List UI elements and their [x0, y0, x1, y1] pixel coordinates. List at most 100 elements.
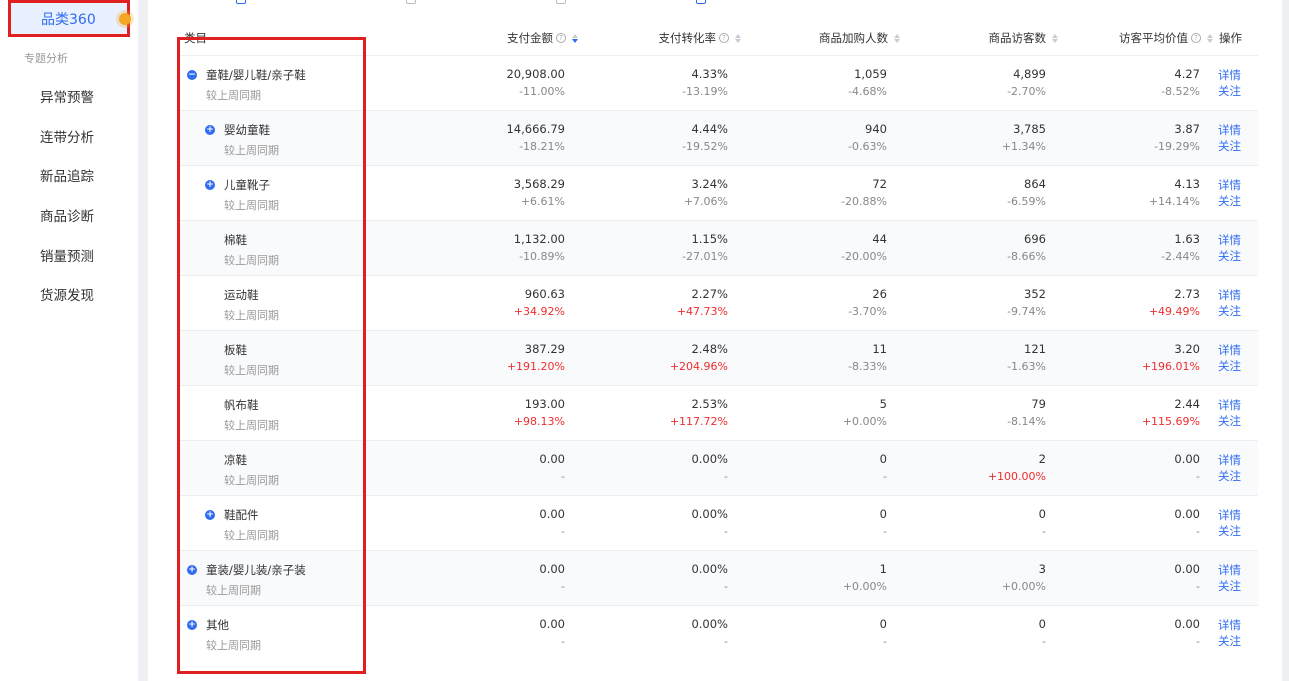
filter-checkbox[interactable] [696, 0, 706, 4]
vis-cell: 79 -8.14% [1007, 397, 1046, 428]
metric-value: 79 [1031, 397, 1046, 411]
metric-value: 0 [879, 617, 887, 631]
metric-value: 0.00% [691, 452, 728, 466]
expand-icon[interactable]: + [187, 620, 197, 630]
row-actions: 详情 关注 [1218, 562, 1241, 594]
metric-change: -8.14% [1007, 415, 1046, 428]
metric-value: 3,568.29 [513, 177, 565, 191]
follow-link[interactable]: 关注 [1218, 413, 1241, 429]
row-actions: 详情 关注 [1218, 397, 1241, 429]
help-icon: ? [719, 33, 729, 43]
val-cell: 4.27 -8.52% [1161, 67, 1200, 98]
val-cell: 0.00 - [1174, 562, 1200, 593]
sidebar-item-association[interactable]: 连带分析 [40, 126, 94, 146]
follow-link[interactable]: 关注 [1218, 83, 1241, 99]
col-cart-users[interactable]: 商品加购人数 [790, 30, 900, 46]
metric-value: 1.63 [1174, 232, 1200, 246]
expand-icon[interactable]: + [187, 565, 197, 575]
metric-value: 2.27% [691, 287, 728, 301]
detail-link[interactable]: 详情 [1218, 122, 1241, 138]
follow-link[interactable]: 关注 [1218, 468, 1241, 484]
metric-value: 4.33% [691, 67, 728, 81]
pay-cell: 193.00 +98.13% [514, 397, 565, 428]
category-cell: 运动鞋 较上周同期 [224, 287, 279, 323]
detail-link[interactable]: 详情 [1218, 452, 1241, 468]
val-cell: 1.63 -2.44% [1161, 232, 1200, 263]
metric-change: +98.13% [513, 415, 565, 428]
pay-cell: 960.63 +34.92% [514, 287, 565, 318]
filter-checkbox[interactable] [406, 0, 416, 4]
follow-link[interactable]: 关注 [1218, 523, 1241, 539]
metric-change: +117.72% [669, 415, 728, 428]
sidebar-item-sourcing[interactable]: 货源发现 [40, 284, 94, 304]
metric-change: +14.14% [1148, 195, 1200, 208]
expand-icon[interactable]: + [205, 125, 215, 135]
metric-value: 1 [879, 562, 887, 576]
category-name: 板鞋 [224, 343, 247, 357]
col-visitor-value[interactable]: 访客平均价值? [1098, 30, 1213, 46]
metric-change: -8.52% [1161, 85, 1200, 98]
sidebar: 品类360 专题分析 异常预警 连带分析 新品追踪 商品诊断 销量预测 货源发现 [0, 0, 138, 681]
filter-checkbox[interactable] [236, 0, 246, 4]
category-cell: 婴幼童鞋 较上周同期 [224, 122, 279, 158]
vis-cell: 4,899 -2.70% [1007, 67, 1046, 98]
detail-link[interactable]: 详情 [1218, 177, 1241, 193]
col-conversion[interactable]: 支付转化率? [641, 30, 741, 46]
table-row: 凉鞋 较上周同期 0.00-0.00% -0-2 +100.00% 0.00- 详情 关注 [178, 440, 1258, 495]
category-cell: 棉鞋 较上周同期 [224, 232, 279, 268]
metric-change: - [1196, 470, 1200, 483]
sidebar-item-forecast[interactable]: 销量预测 [40, 245, 94, 265]
metric-value: 0.00 [539, 562, 565, 576]
sidebar-item-anomaly[interactable]: 异常预警 [40, 86, 94, 106]
val-cell: 0.00 - [1174, 507, 1200, 538]
sidebar-item-new-product[interactable]: 新品追踪 [40, 165, 94, 185]
sidebar-item-diagnosis[interactable]: 商品诊断 [40, 205, 94, 225]
metric-value: 4.27 [1174, 67, 1200, 81]
detail-link[interactable]: 详情 [1218, 232, 1241, 248]
detail-link[interactable]: 详情 [1218, 67, 1241, 83]
follow-link[interactable]: 关注 [1218, 138, 1241, 154]
detail-link[interactable]: 详情 [1218, 617, 1241, 633]
cart-cell: 72 -20.88% [841, 177, 887, 208]
help-icon: ? [1191, 33, 1201, 43]
metric-change: +0.00% [842, 415, 887, 428]
follow-link[interactable]: 关注 [1218, 303, 1241, 319]
follow-link[interactable]: 关注 [1218, 193, 1241, 209]
expand-icon[interactable]: + [205, 180, 215, 190]
metric-value: 0.00% [691, 562, 728, 576]
metric-change: - [1196, 635, 1200, 648]
category-cell: 童装/婴儿装/亲子装 较上周同期 [206, 562, 306, 598]
category-name: 儿童靴子 [224, 178, 270, 192]
follow-link[interactable]: 关注 [1218, 248, 1241, 264]
metric-change: -19.29% [1154, 140, 1200, 153]
conv-cell: 0.00% - [691, 562, 728, 593]
expand-icon[interactable]: + [205, 510, 215, 520]
metric-change: -10.89% [519, 250, 565, 263]
sidebar-item-category360[interactable]: 品类360 [8, 0, 131, 37]
vis-cell: 2 +100.00% [988, 452, 1046, 483]
follow-link[interactable]: 关注 [1218, 633, 1241, 649]
metric-change: - [724, 470, 728, 483]
compare-label: 较上周同期 [206, 584, 261, 597]
metric-value: 193.00 [524, 397, 565, 411]
pay-cell: 20,908.00 -11.00% [506, 67, 565, 98]
metric-change: +1.34% [1001, 140, 1046, 153]
sort-icon [572, 33, 578, 43]
metric-value: 1,132.00 [513, 232, 565, 246]
detail-link[interactable]: 详情 [1218, 507, 1241, 523]
col-visitors[interactable]: 商品访客数 [948, 30, 1058, 46]
metric-value: 0 [879, 452, 887, 466]
follow-link[interactable]: 关注 [1218, 358, 1241, 374]
col-pay-amount[interactable]: 支付金额? [478, 30, 578, 46]
detail-link[interactable]: 详情 [1218, 342, 1241, 358]
metric-value: 0.00 [539, 617, 565, 631]
metric-change: - [724, 525, 728, 538]
collapse-icon[interactable]: − [187, 70, 197, 80]
detail-link[interactable]: 详情 [1218, 397, 1241, 413]
detail-link[interactable]: 详情 [1218, 287, 1241, 303]
detail-link[interactable]: 详情 [1218, 562, 1241, 578]
metric-value: 387.29 [524, 342, 565, 356]
follow-link[interactable]: 关注 [1218, 578, 1241, 594]
vis-cell: 352 -9.74% [1007, 287, 1046, 318]
filter-checkbox[interactable] [556, 0, 566, 4]
